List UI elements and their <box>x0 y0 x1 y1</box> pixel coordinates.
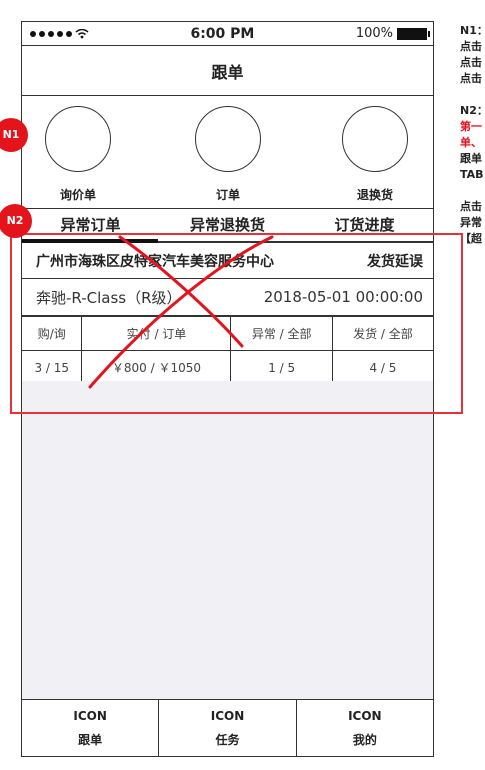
bottom-tab-bar: ICON 跟单 ICON 任务 ICON 我的 <box>22 699 433 756</box>
wifi-icon <box>75 28 89 38</box>
bottom-tab-mine[interactable]: ICON 我的 <box>297 700 433 756</box>
note-line: 点击 <box>460 56 482 69</box>
tasks-icon: ICON <box>210 708 245 723</box>
bottom-tab-tasks[interactable]: ICON 任务 <box>159 700 297 756</box>
status-bar: 6:00 PM 100% <box>22 22 433 46</box>
highlight-box <box>10 233 463 414</box>
quick-action-return[interactable]: 退换货 <box>335 106 415 203</box>
quick-action-label: 退换货 <box>356 188 393 202</box>
bottom-tab-label: 任务 <box>215 732 240 747</box>
inquiry-icon <box>45 106 111 172</box>
follow-icon: ICON <box>73 708 107 723</box>
return-icon <box>342 106 408 172</box>
nav-bar: 跟单 <box>22 46 433 96</box>
battery-percent: 100% <box>355 26 393 41</box>
bottom-tab-label: 我的 <box>352 732 377 747</box>
note-line: 点击 <box>460 72 482 85</box>
note-line: 点击 <box>460 200 482 213</box>
note-line: 异常 <box>460 216 482 229</box>
order-icon <box>195 106 261 172</box>
status-time: 6:00 PM <box>190 25 255 42</box>
note-line: TAB <box>460 168 484 181</box>
note-line: N1： <box>460 24 485 37</box>
bottom-tab-follow[interactable]: ICON 跟单 <box>22 700 160 756</box>
battery-indicator: 100% <box>355 26 430 41</box>
note-line: 第一 <box>460 120 482 133</box>
signal-icon <box>30 28 89 39</box>
mine-icon: ICON <box>348 708 382 723</box>
quick-action-order[interactable]: 订单 <box>188 106 268 203</box>
quick-action-label: 询价单 <box>59 188 96 202</box>
note-line: N2： <box>460 104 485 117</box>
quick-actions: 询价单 订单 退换货 <box>22 96 433 209</box>
quick-action-inquiry[interactable]: 询价单 <box>38 106 118 203</box>
note-line: 点击 <box>460 40 482 53</box>
quick-action-label: 订单 <box>215 188 240 202</box>
note-line: 单、 <box>460 136 482 149</box>
annotation-notes: N1： 点击 点击 点击 N2： 第一 单、 跟单 TAB 点击 异常 【超 <box>460 23 485 247</box>
note-line: 【超 <box>460 232 482 245</box>
page-title: 跟单 <box>211 62 244 82</box>
empty-list-area <box>22 381 433 700</box>
note-line: 跟单 <box>460 152 482 165</box>
bottom-tab-label: 跟单 <box>78 732 103 747</box>
battery-icon <box>397 27 430 40</box>
